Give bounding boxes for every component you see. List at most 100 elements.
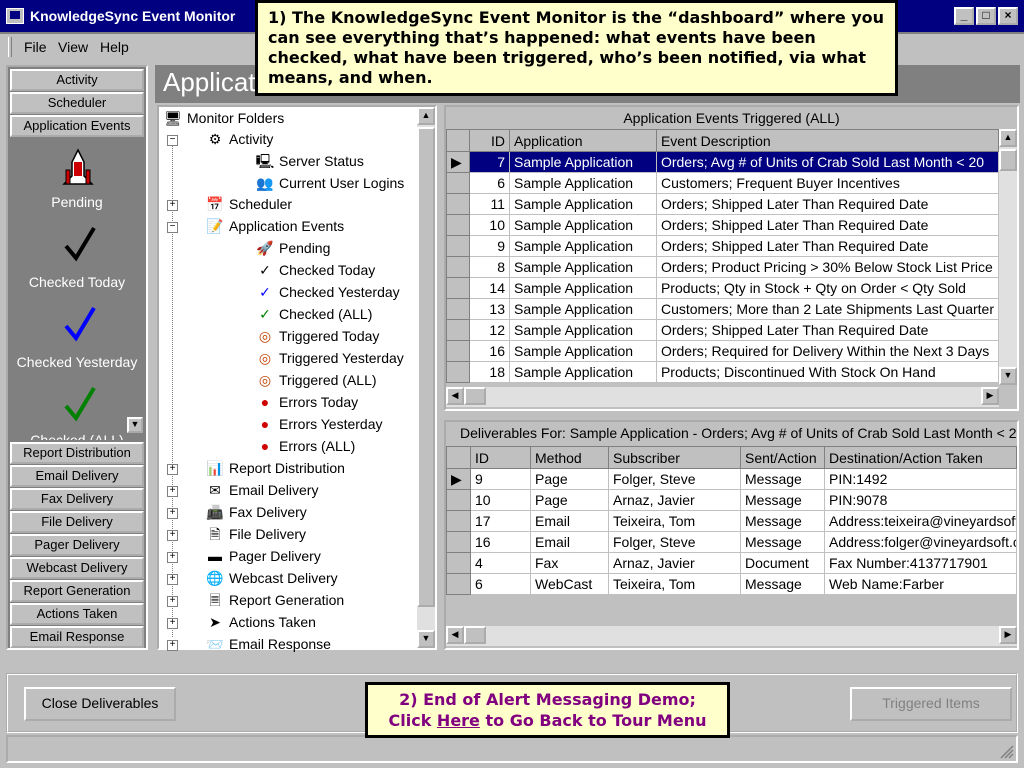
cell-event-description[interactable]: Orders; Shipped Later Than Required Date [655,235,1000,257]
resize-grip-icon[interactable] [998,743,1014,759]
expand-icon[interactable]: + [167,552,178,563]
cell-id[interactable]: 13 [469,298,510,320]
triggered-items-button[interactable]: Triggered Items [850,687,1012,721]
cell-id[interactable]: 14 [469,277,510,299]
nav-report-distribution[interactable]: Report Distribution [10,442,144,464]
cell-id[interactable]: 9 [469,235,510,257]
table-row[interactable]: 12 Sample Application Orders; Shipped Late… [445,319,1000,341]
cell-application[interactable]: Sample Application [508,256,657,278]
cell-application[interactable]: Sample Application [508,319,657,341]
cell-event-description[interactable]: Orders; Shipped Later Than Required Date [655,319,1000,341]
scroll-thumb[interactable] [464,626,486,644]
tree-item-current-user-logins[interactable]: 👥 Current User Logins [255,174,404,192]
expand-icon[interactable]: + [167,640,178,651]
menu-view[interactable]: View [58,39,88,55]
collapse-icon[interactable]: − [167,222,178,233]
menu-file[interactable]: File [24,39,47,55]
tree-item-file-delivery[interactable]: 🗎 File Delivery [205,525,306,543]
cell-application[interactable]: Sample Application [508,172,657,194]
row-selector[interactable] [445,235,471,257]
tree-item-pager-delivery[interactable]: ▬ Pager Delivery [205,547,321,565]
row-selector[interactable] [445,193,471,215]
expand-icon[interactable]: + [167,574,178,585]
nav-application-events[interactable]: Application Events [10,115,144,137]
scroll-thumb[interactable] [417,127,435,607]
tree-root[interactable]: 🖥 Monitor Folders [163,109,284,127]
tree-item-scheduler[interactable]: 📅 Scheduler [205,195,292,213]
cell-application[interactable]: Sample Application [508,151,657,173]
cell-sent-action[interactable]: Message [740,489,825,511]
cell-event-description[interactable]: Products; Discontinued With Stock On Han… [655,361,1000,383]
tree-item-email-delivery[interactable]: ✉ Email Delivery [205,481,318,499]
cell-destination[interactable]: Fax Number:4137717901 [824,552,1017,574]
row-selector[interactable] [446,552,471,574]
cell-application[interactable]: Sample Application [508,361,657,383]
row-selector[interactable]: ▶ [446,468,471,490]
events-hscroll[interactable]: ◀ ▶ [446,387,999,407]
cell-id[interactable]: 10 [470,489,531,511]
cell-id[interactable]: 8 [469,256,510,278]
cell-event-description[interactable]: Orders; Shipped Later Than Required Date [655,193,1000,215]
col-application[interactable]: Application [508,129,657,152]
cell-sent-action[interactable]: Message [740,468,825,490]
tree-item-triggered-yesterday[interactable]: ◎ Triggered Yesterday [255,349,404,367]
cell-method[interactable]: Page [530,468,609,490]
table-row[interactable]: ▶ 7 Sample Application Orders; Avg # of Uni… [445,151,1000,173]
nav-scheduler[interactable]: Scheduler [10,92,144,114]
nav-report-generation[interactable]: Report Generation [10,580,144,602]
table-row[interactable]: 18 Sample Application Products; Discontinu… [445,361,1000,383]
cell-sent-action[interactable]: Message [740,510,825,532]
deliverables-hscroll[interactable]: ◀ ▶ [446,626,1017,646]
col-subscriber[interactable]: Subscriber [608,446,741,469]
expand-icon[interactable]: + [167,530,178,541]
cell-id[interactable]: 11 [469,193,510,215]
cell-sent-action[interactable]: Document [740,552,825,574]
nav-checked-today-label[interactable]: Checked Today [10,274,144,290]
scroll-right-icon[interactable]: ▶ [999,626,1017,644]
cell-event-description[interactable]: Orders; Shipped Later Than Required Date [655,214,1000,236]
cell-destination[interactable]: PIN:1492 [824,468,1017,490]
row-selector[interactable] [446,510,471,532]
cell-id[interactable]: 18 [469,361,510,383]
table-row[interactable]: 13 Sample Application Customers; More than… [445,298,1000,320]
cell-id[interactable]: 17 [470,510,531,532]
cell-id[interactable]: 6 [470,573,531,595]
table-row[interactable]: 10 Sample Application Orders; Shipped Late… [445,214,1000,236]
checkmark-green-icon[interactable] [62,384,98,424]
tree-item-errors-yesterday[interactable]: ● Errors Yesterday [255,415,383,433]
back-to-tour-link[interactable]: Here [437,711,480,730]
row-selector[interactable]: ▶ [445,151,471,173]
tree-item-email-response[interactable]: 📨 Email Response [205,635,331,653]
collapse-icon[interactable]: − [167,135,178,146]
minimize-button[interactable]: _ [954,7,974,25]
table-row[interactable]: 9 Sample Application Orders; Shipped Later… [445,235,1000,257]
tree-item-webcast-delivery[interactable]: 🌐 Webcast Delivery [205,569,337,587]
row-selector[interactable] [445,361,471,383]
nav-actions-taken[interactable]: Actions Taken [10,603,144,625]
tree-item-application-events[interactable]: 📝 Application Events [205,217,344,235]
menu-help[interactable]: Help [100,39,129,55]
cell-event-description[interactable]: Orders; Product Pricing > 30% Below Stoc… [655,256,1000,278]
scroll-left-icon[interactable]: ◀ [446,626,464,644]
table-row[interactable]: 16 Sample Application Orders; Required for… [445,340,1000,362]
cell-application[interactable]: Sample Application [508,214,657,236]
checkmark-blue-icon[interactable] [62,304,98,344]
cell-id[interactable]: 10 [469,214,510,236]
nav-file-delivery[interactable]: File Delivery [10,511,144,533]
table-row[interactable]: 16 Email Folger, Steve Message Address:folge… [446,531,1017,553]
tree-item-activity[interactable]: ⚙ Activity [205,130,274,148]
cell-event-description[interactable]: Customers; Frequent Buyer Incentives [655,172,1000,194]
cell-id[interactable]: 16 [470,531,531,553]
table-row[interactable]: 11 Sample Application Orders; Shipped Late… [445,193,1000,215]
nav-fax-delivery[interactable]: Fax Delivery [10,488,144,510]
scroll-up-icon[interactable]: ▲ [417,107,435,125]
cell-event-description[interactable]: Orders; Required for Delivery Within the… [655,340,1000,362]
row-selector[interactable] [445,319,471,341]
tree-item-report-distribution[interactable]: 📊 Report Distribution [205,459,345,477]
cell-id[interactable]: 12 [469,319,510,341]
nav-checked-yesterday-label[interactable]: Checked Yesterday [10,354,144,370]
expand-icon[interactable]: + [167,508,178,519]
expand-icon[interactable]: + [167,486,178,497]
table-row[interactable]: 10 Page Arnaz, Javier Message PIN:9078 [446,489,1017,511]
cell-sent-action[interactable]: Message [740,573,825,595]
